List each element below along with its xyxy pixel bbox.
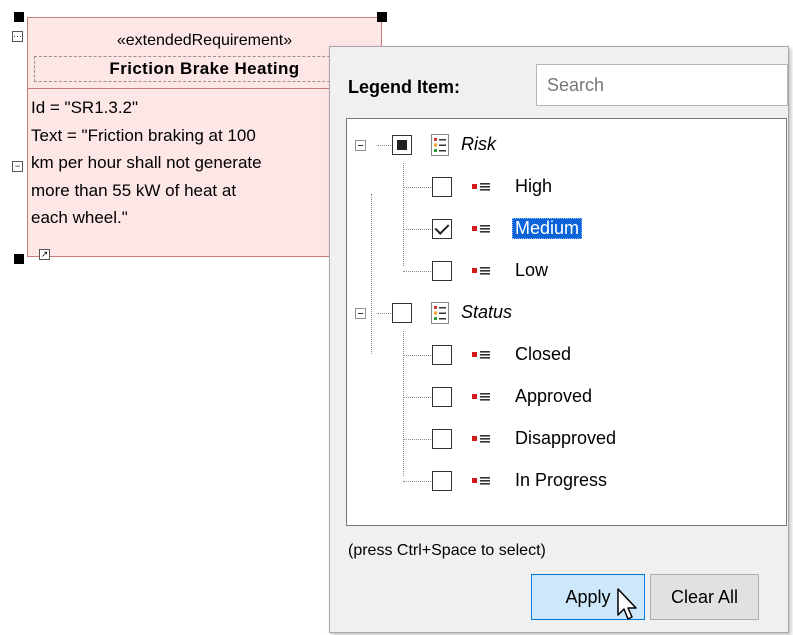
tree-group-label: Status (461, 302, 513, 322)
collapse-minus-icon[interactable] (355, 308, 366, 319)
group-checkbox-status[interactable] (392, 303, 412, 323)
tree-item-medium[interactable]: Medium (347, 213, 786, 243)
group-checkbox-risk[interactable] (392, 135, 412, 155)
legend-item-tree[interactable]: Risk High Medium Low Status Closed Appro… (346, 118, 787, 526)
collapse-minus-icon[interactable] (355, 140, 366, 151)
clear-all-button[interactable]: Clear All (650, 574, 759, 620)
item-checkbox-approved[interactable] (432, 387, 452, 407)
tree-item-disapproved[interactable]: Disapproved (347, 423, 786, 453)
item-checkbox-high[interactable] (432, 177, 452, 197)
resize-handle-top-left[interactable] (14, 12, 24, 22)
legend-item-icon (472, 351, 490, 359)
legend-item-icon (472, 183, 490, 191)
legend-list-icon (431, 134, 449, 156)
resize-handle-top-right[interactable] (377, 12, 387, 22)
tree-item-approved[interactable]: Approved (347, 381, 786, 411)
tree-item-closed[interactable]: Closed (347, 339, 786, 369)
tree-item-label: Medium (512, 218, 583, 239)
tree-item-label: Disapproved (515, 428, 617, 448)
tree-item-low[interactable]: Low (347, 255, 786, 285)
legend-list-icon (431, 302, 449, 324)
item-checkbox-disapproved[interactable] (432, 429, 452, 449)
legend-item-popup: Legend Item: Risk (329, 46, 789, 633)
tree-item-label: High (515, 176, 553, 196)
tree-item-high[interactable]: High (347, 171, 786, 201)
compartment-menu-icon[interactable]: ··· (12, 31, 23, 42)
tree-group-risk[interactable]: Risk (347, 129, 786, 159)
item-checkbox-medium[interactable] (432, 219, 452, 239)
item-checkbox-in-progress[interactable] (432, 471, 452, 491)
tree-item-label: Closed (515, 344, 572, 364)
tree-group-label: Risk (461, 134, 496, 154)
requirement-name[interactable]: Friction Brake Heating (34, 56, 375, 82)
tree-item-label: Low (515, 260, 549, 280)
tree-item-in-progress[interactable]: In Progress (347, 465, 786, 495)
resize-handle-bottom-left[interactable] (14, 254, 24, 264)
navigate-link-icon[interactable]: ↗ (39, 249, 50, 260)
legend-item-icon (472, 477, 490, 485)
tree-item-label: In Progress (515, 470, 608, 490)
selection-hint: (press Ctrl+Space to select) (348, 542, 546, 559)
legend-item-label: Legend Item: (348, 77, 461, 97)
tree-group-status[interactable]: Status (347, 297, 786, 327)
legend-item-icon (472, 435, 490, 443)
legend-item-icon (472, 225, 490, 233)
search-input[interactable] (536, 64, 788, 106)
legend-item-icon (472, 393, 490, 401)
legend-item-icon (472, 267, 490, 275)
collapse-compartment-icon[interactable]: − (12, 161, 23, 172)
item-checkbox-low[interactable] (432, 261, 452, 281)
apply-button[interactable]: Apply (531, 574, 645, 620)
tree-item-label: Approved (515, 386, 593, 406)
item-checkbox-closed[interactable] (432, 345, 452, 365)
